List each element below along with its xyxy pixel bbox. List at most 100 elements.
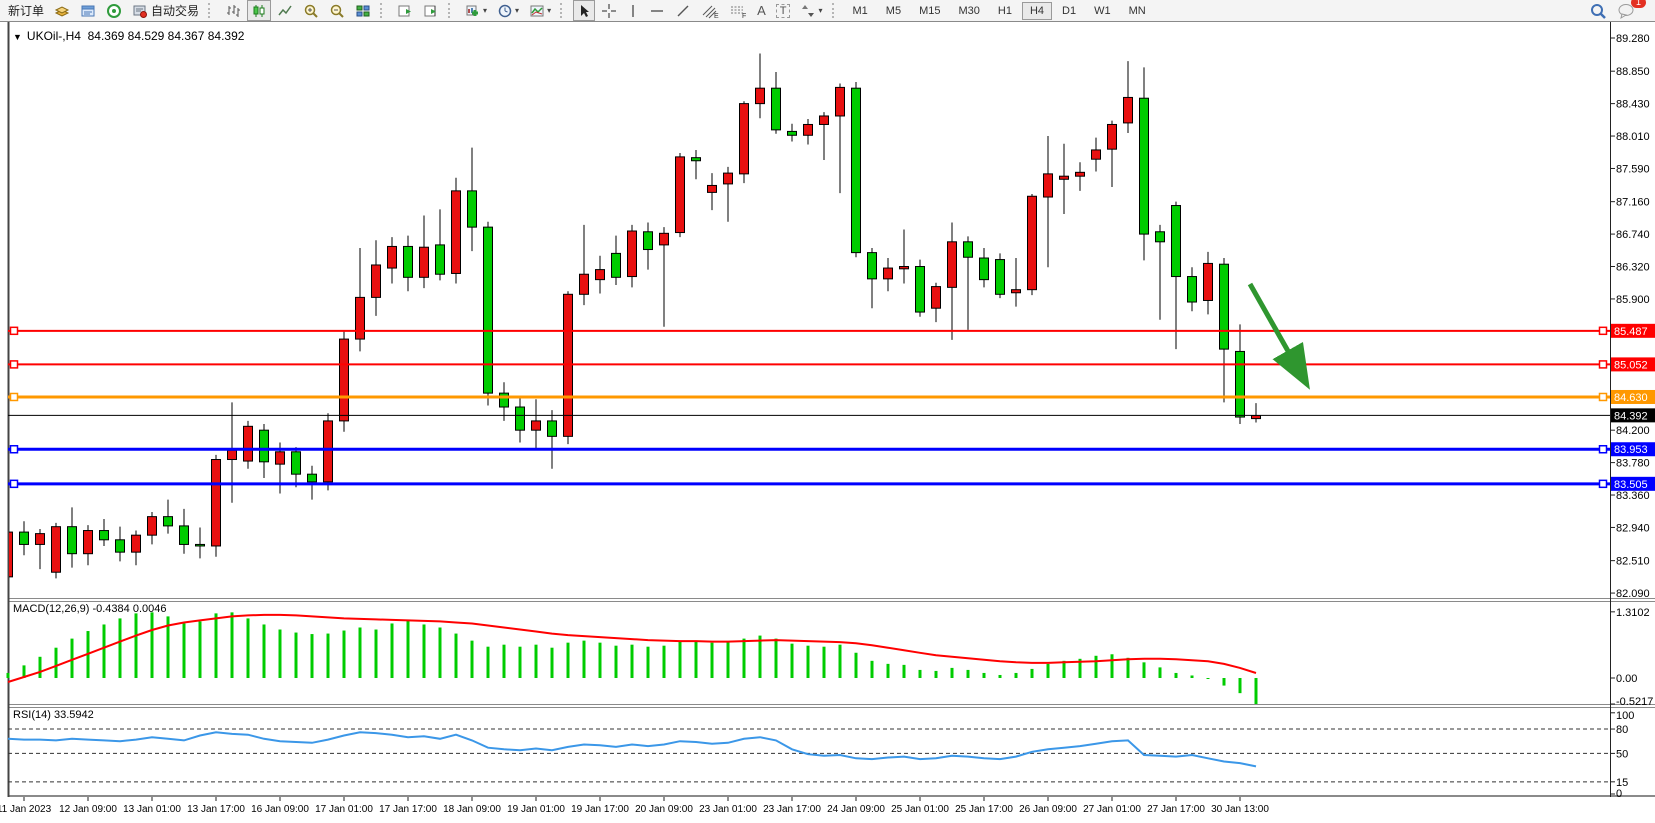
candle	[68, 527, 77, 554]
candle	[228, 450, 237, 459]
candle	[1140, 98, 1149, 234]
candle	[980, 258, 989, 280]
candle	[436, 245, 445, 274]
price-line-badge-value: 83.953	[1614, 444, 1648, 456]
time-axis-label: 17 Jan 17:00	[379, 804, 437, 815]
rsi-line	[8, 732, 1256, 766]
time-axis-label: 17 Jan 01:00	[315, 804, 373, 815]
rsi-axis-label: 50	[1616, 748, 1628, 760]
candle	[260, 430, 269, 462]
time-axis-label: 30 Jan 13:00	[1211, 804, 1269, 815]
time-axis-label: 26 Jan 09:00	[1019, 804, 1077, 815]
candle	[1204, 263, 1213, 300]
trend-arrow[interactable]	[1250, 284, 1305, 381]
candle	[1044, 174, 1053, 197]
line-anchor[interactable]	[11, 361, 18, 368]
line-anchor[interactable]	[11, 327, 18, 334]
candle	[308, 474, 317, 482]
candle	[948, 242, 957, 288]
candle	[1060, 176, 1069, 179]
time-axis-label: 20 Jan 09:00	[635, 804, 693, 815]
price-line-badge-value: 83.505	[1614, 479, 1648, 491]
candle	[660, 233, 669, 245]
line-anchor[interactable]	[1600, 480, 1607, 487]
price-axis-label: 82.090	[1616, 588, 1650, 600]
price-axis-label: 87.160	[1616, 197, 1650, 209]
candle	[932, 287, 941, 309]
time-axis-label: 12 Jan 09:00	[59, 804, 117, 815]
rsi-axis-label: 80	[1616, 724, 1628, 736]
candle	[244, 426, 253, 461]
candle	[548, 421, 557, 436]
candle	[724, 173, 733, 184]
time-axis-label: 11 Jan 2023	[0, 804, 52, 815]
chart-canvas[interactable]: 85.48785.05284.63084.39283.95383.50589.2…	[0, 0, 1655, 823]
chart-dropdown-icon[interactable]: ▼	[13, 32, 22, 42]
price-axis-label: 85.900	[1616, 294, 1650, 306]
price-line-badge-value: 84.630	[1614, 392, 1648, 404]
rsi-pane: 1008050150	[8, 710, 1634, 800]
candle	[52, 527, 61, 573]
time-axis-label: 27 Jan 17:00	[1147, 804, 1205, 815]
price-line-badge-value: 85.052	[1614, 359, 1648, 371]
rsi-axis-label: 0	[1616, 788, 1622, 800]
candle	[884, 268, 893, 279]
time-axis-label: 19 Jan 17:00	[571, 804, 629, 815]
candle	[20, 532, 29, 544]
candle	[84, 531, 93, 554]
line-anchor[interactable]	[1600, 446, 1607, 453]
line-anchor[interactable]	[1600, 327, 1607, 334]
chart-ohlc-values: 84.369 84.529 84.367 84.392	[88, 29, 245, 43]
price-axis-label: 82.940	[1616, 522, 1650, 534]
candle	[196, 544, 205, 546]
candle	[340, 339, 349, 421]
candle	[404, 246, 413, 277]
candle	[100, 531, 109, 540]
candle	[788, 131, 797, 135]
line-anchor[interactable]	[11, 446, 18, 453]
candle	[148, 517, 157, 536]
candle	[596, 270, 605, 280]
time-axis-label: 13 Jan 01:00	[123, 804, 181, 815]
price-axis-label: 86.320	[1616, 262, 1650, 274]
candle	[292, 452, 301, 474]
price-axis-label: 82.510	[1616, 556, 1650, 568]
candle	[1156, 232, 1165, 242]
candle	[164, 517, 173, 526]
candle	[1252, 416, 1261, 419]
line-anchor[interactable]	[11, 393, 18, 400]
candle	[756, 88, 765, 103]
candle	[516, 407, 525, 430]
candle	[420, 247, 429, 277]
time-axis-label: 13 Jan 17:00	[187, 804, 245, 815]
candle	[628, 231, 637, 277]
candle	[532, 421, 541, 430]
candles	[4, 53, 1261, 590]
candle	[740, 104, 749, 174]
candle	[612, 253, 621, 277]
price-axis-label: 83.780	[1616, 458, 1650, 470]
candle	[1172, 206, 1181, 277]
rsi-label: RSI(14) 33.5942	[13, 709, 94, 721]
price-axis-label: 88.430	[1616, 99, 1650, 111]
candle	[804, 124, 813, 135]
line-anchor[interactable]	[1600, 361, 1607, 368]
candle	[212, 460, 221, 546]
line-anchor[interactable]	[11, 480, 18, 487]
time-axis-label: 25 Jan 17:00	[955, 804, 1013, 815]
macd-axis-label: 0.00	[1616, 673, 1637, 685]
candle	[1108, 124, 1117, 149]
candle	[356, 297, 365, 339]
candle	[772, 88, 781, 130]
price-axis-label: 88.010	[1616, 131, 1650, 143]
candle	[868, 253, 877, 279]
candle	[852, 88, 861, 252]
candle	[324, 421, 333, 482]
candle	[916, 267, 925, 313]
line-anchor[interactable]	[1600, 393, 1607, 400]
time-axis-label: 16 Jan 09:00	[251, 804, 309, 815]
candle	[1188, 277, 1197, 302]
candle	[500, 393, 509, 407]
macd-axis-label: -0.5217	[1616, 696, 1653, 708]
candle	[692, 158, 701, 161]
